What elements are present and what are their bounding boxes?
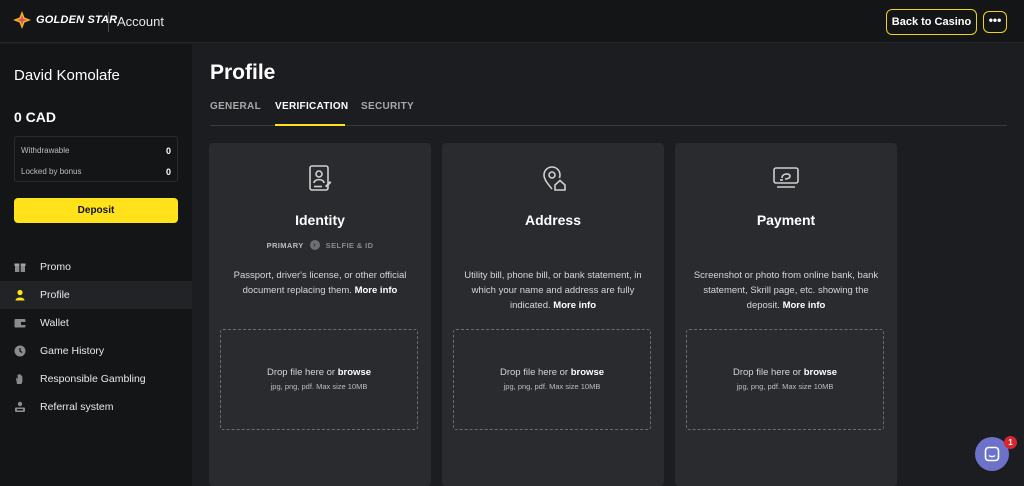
active-tab-indicator [275, 124, 345, 126]
logo[interactable]: GOLDEN STAR [12, 10, 117, 30]
card-description: Passport, driver's license, or other off… [225, 268, 415, 298]
card-description: Utility bill, phone bill, or bank statem… [458, 268, 648, 313]
top-bar: GOLDEN STAR Account Back to Casino ••• [0, 0, 1024, 43]
step-primary: PRIMARY [266, 240, 304, 250]
payment-card: Payment Screenshot or photo from online … [675, 143, 897, 486]
browse-link[interactable]: browse [571, 367, 604, 378]
id-document-icon [309, 165, 332, 191]
sidebar-item-responsible-gambling[interactable]: Responsible Gambling [0, 365, 192, 393]
file-hint: jpg, png, pdf. Max size 10MB [503, 382, 601, 391]
locked-by-bonus-value: 0 [165, 167, 171, 177]
drop-text: Drop file here or browse [687, 367, 883, 378]
more-info-link[interactable]: More info [783, 300, 826, 311]
deposit-button[interactable]: Deposit [14, 198, 178, 223]
sidebar-item-label: Promo [40, 261, 71, 273]
drop-label: Drop file here or [732, 367, 802, 378]
gift-icon [14, 261, 26, 273]
sidebar-item-profile[interactable]: Profile [0, 281, 192, 309]
sidebar-item-label: Wallet [40, 317, 69, 329]
user-name: David Komolafe [14, 67, 120, 84]
card-title: Identity [295, 212, 345, 228]
sidebar-item-label: Responsible Gambling [40, 373, 146, 385]
drop-text: Drop file here or browse [454, 367, 650, 378]
locked-by-bonus-row: Locked by bonus 0 [21, 167, 171, 177]
star-logo-icon [13, 11, 31, 29]
logo-text: GOLDEN STAR [36, 14, 118, 26]
sidebar-item-wallet[interactable]: Wallet [0, 309, 192, 337]
card-title: Address [524, 212, 582, 228]
file-hint: jpg, png, pdf. Max size 10MB [736, 382, 834, 391]
page-title: Profile [210, 61, 276, 84]
balance-amount: 0 CAD [14, 109, 57, 125]
withdrawable-row: Withdrawable 0 [21, 146, 171, 156]
back-to-casino-button[interactable]: Back to Casino [886, 9, 977, 35]
profile-tabs: GENERAL VERIFICATION SECURITY [210, 96, 1007, 126]
withdrawable-value: 0 [165, 146, 171, 156]
header-divider [108, 12, 109, 32]
file-drop-zone[interactable]: Drop file here or browse jpg, png, pdf. … [453, 329, 651, 430]
tab-security[interactable]: SECURITY [361, 101, 414, 112]
drop-label: Drop file here or [499, 367, 569, 378]
more-info-link[interactable]: More info [553, 300, 596, 311]
locked-by-bonus-label: Locked by bonus [21, 167, 82, 176]
card-description: Screenshot or photo from online bank, ba… [691, 268, 881, 313]
address-card: Address Utility bill, phone bill, or ban… [442, 143, 664, 486]
sidebar-item-referral-system[interactable]: Referral system [0, 393, 192, 421]
identity-card: Identity PRIMARY › SELFIE & ID Passport,… [209, 143, 431, 486]
step-selfie-id: SELFIE & ID [325, 240, 374, 250]
more-info-link[interactable]: More info [355, 285, 398, 296]
sidebar-nav: Promo Profile Wallet Game History Respon… [0, 253, 192, 421]
user-icon [14, 289, 26, 301]
header-title: Account [117, 14, 164, 29]
clock-icon [14, 345, 26, 357]
drop-label: Drop file here or [266, 367, 336, 378]
referral-icon [14, 401, 26, 413]
file-drop-zone[interactable]: Drop file here or browse jpg, png, pdf. … [686, 329, 884, 430]
payment-card-icon [773, 167, 799, 188]
more-options-button[interactable]: ••• [983, 11, 1007, 33]
card-title: Payment [756, 212, 816, 228]
location-home-icon [543, 166, 566, 191]
wallet-icon [14, 317, 26, 329]
sidebar-item-label: Referral system [40, 401, 114, 413]
file-drop-zone[interactable]: Drop file here or browse jpg, png, pdf. … [220, 329, 418, 430]
tab-verification[interactable]: VERIFICATION [275, 101, 348, 112]
verification-steps: PRIMARY › SELFIE & ID [209, 240, 431, 250]
drop-text: Drop file here or browse [221, 367, 417, 378]
sidebar-item-game-history[interactable]: Game History [0, 337, 192, 365]
tab-general[interactable]: GENERAL [210, 101, 261, 112]
balance-details: Withdrawable 0 Locked by bonus 0 [14, 136, 178, 182]
sidebar-item-promo[interactable]: Promo [0, 253, 192, 281]
chat-icon [984, 446, 1000, 462]
sidebar-item-label: Game History [40, 345, 105, 357]
browse-link[interactable]: browse [804, 367, 837, 378]
sidebar-item-label: Profile [40, 289, 70, 301]
withdrawable-label: Withdrawable [21, 146, 70, 155]
browse-link[interactable]: browse [338, 367, 371, 378]
sidebar: David Komolafe 0 CAD Withdrawable 0 Lock… [0, 44, 192, 486]
chat-notification-badge: 1 [1004, 436, 1017, 449]
hand-icon [14, 373, 26, 385]
file-hint: jpg, png, pdf. Max size 10MB [270, 382, 368, 391]
chevron-right-icon: › [309, 240, 320, 250]
